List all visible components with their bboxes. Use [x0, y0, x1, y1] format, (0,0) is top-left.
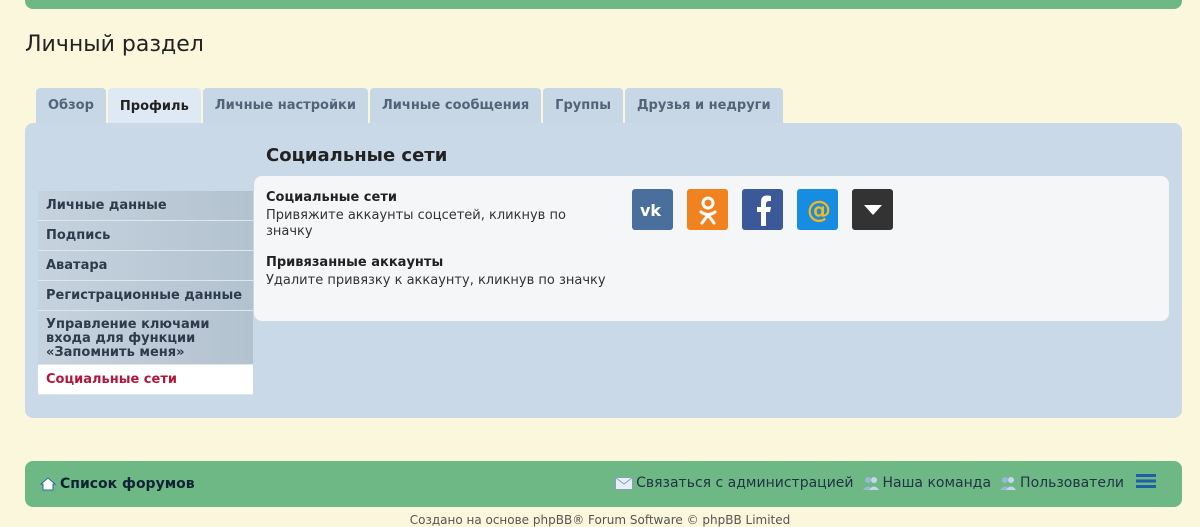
- social-icons: vk @: [632, 189, 907, 230]
- members-link[interactable]: Пользователи: [999, 475, 1124, 491]
- facebook-icon[interactable]: [742, 189, 783, 230]
- members-icon: [1000, 477, 1017, 490]
- odnoklassniki-icon[interactable]: [687, 189, 728, 230]
- team-icon: [862, 477, 879, 490]
- home-icon: [40, 476, 56, 492]
- sidebar-item-avatar[interactable]: Аватара: [38, 251, 253, 281]
- menu-icon[interactable]: [1136, 474, 1156, 492]
- top-bar: [25, 0, 1182, 9]
- linked-accounts-desc: Удалите привязку к аккаунту, кликнув по …: [266, 273, 606, 288]
- forum-index-link[interactable]: Список форумов: [40, 476, 195, 492]
- sidebar-item-personal-data[interactable]: Личные данные: [38, 191, 253, 221]
- social-networks-label: Социальные сети: [266, 190, 397, 205]
- social-networks-desc: Привяжите аккаунты соцсетей, кликнув по …: [266, 208, 566, 239]
- mailru-icon[interactable]: @: [797, 189, 838, 230]
- sidebar-item-remember-me-keys[interactable]: Управление ключами входа для функции «За…: [38, 311, 253, 365]
- team-link[interactable]: Наша команда: [862, 475, 992, 491]
- svg-text:@: @: [807, 196, 831, 224]
- contact-admin-label: Связаться с администрацией: [636, 475, 854, 491]
- vk-icon[interactable]: vk: [632, 189, 673, 230]
- section-title: Социальные сети: [266, 145, 448, 166]
- tab-bar: Обзор Профиль Личные настройки Личные со…: [36, 88, 785, 124]
- tab-profile[interactable]: Профиль: [107, 88, 201, 124]
- sidebar-menu: Личные данные Подпись Аватара Регистраци…: [38, 191, 253, 395]
- sidebar-item-signature[interactable]: Подпись: [38, 221, 253, 251]
- footer-links: Связаться с администрацией Наша команда …: [607, 474, 1156, 492]
- team-label: Наша команда: [882, 475, 992, 491]
- sidebar-item-social-networks[interactable]: Социальные сети: [38, 365, 253, 395]
- tab-friends-foes[interactable]: Друзья и недруги: [624, 88, 783, 123]
- contact-admin-link[interactable]: Связаться с администрацией: [615, 475, 854, 491]
- copyright-text: Создано на основе phpBB® Forum Software …: [409, 513, 791, 527]
- tab-overview[interactable]: Обзор: [36, 88, 106, 123]
- forum-index-label: Список форумов: [60, 476, 195, 492]
- members-label: Пользователи: [1020, 475, 1124, 491]
- tab-private-messages[interactable]: Личные сообщения: [369, 88, 542, 123]
- linked-accounts-label: Привязанные аккаунты: [266, 255, 444, 270]
- more-icon[interactable]: [852, 189, 893, 230]
- sidebar-item-registration[interactable]: Регистрационные данные: [38, 281, 253, 311]
- page-title: Личный раздел: [25, 32, 204, 57]
- svg-text:vk: vk: [640, 201, 661, 219]
- tab-preferences[interactable]: Личные настройки: [202, 88, 368, 123]
- envelope-icon: [615, 476, 634, 490]
- tab-groups[interactable]: Группы: [543, 88, 623, 123]
